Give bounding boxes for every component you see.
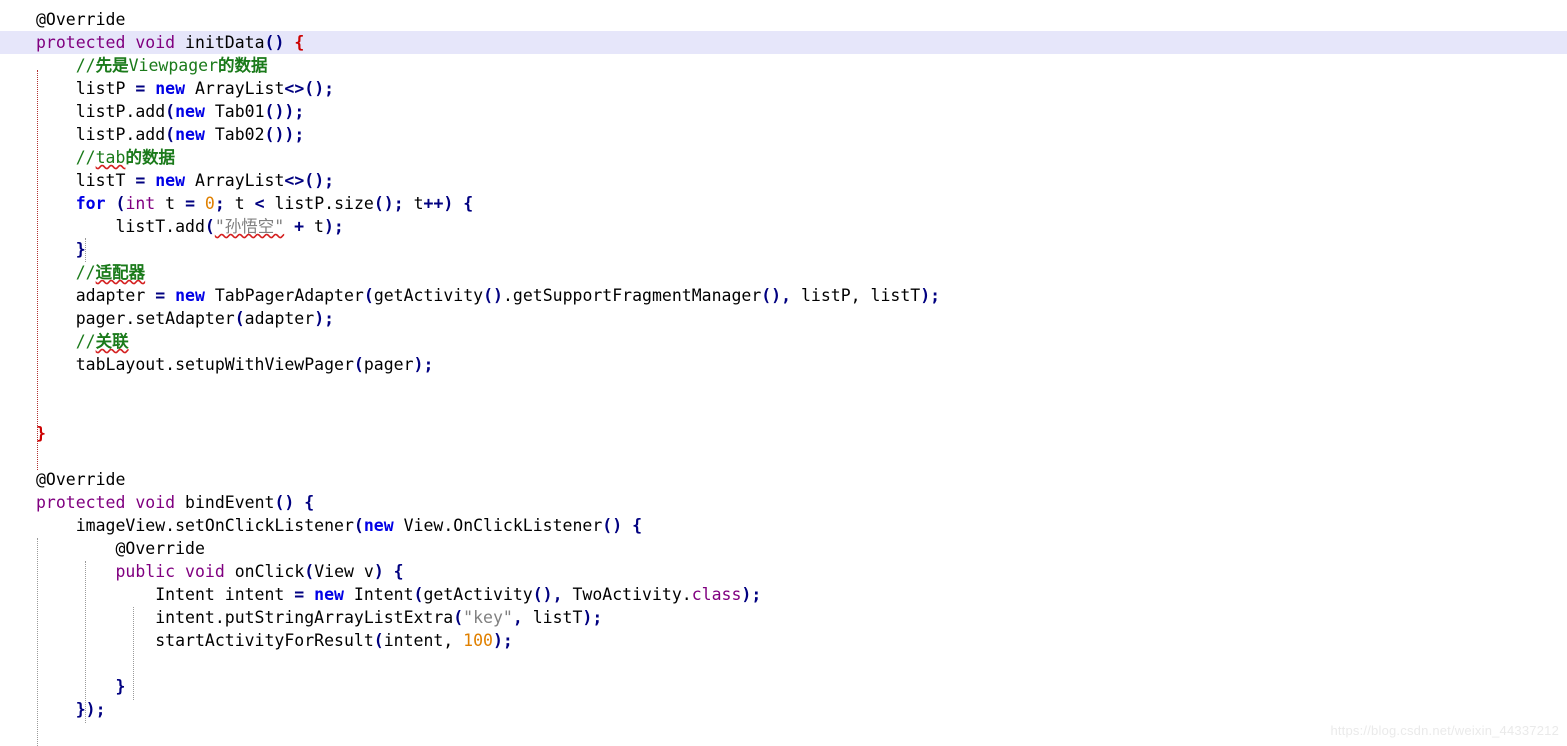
- code-line-6: listP.add(new Tab02());: [75, 125, 305, 144]
- code-line-25: public void onClick(View v) {: [115, 562, 404, 581]
- code-line-28: startActivityForResult(intent, 100);: [155, 631, 513, 650]
- code-line-19: }: [0, 422, 1567, 445]
- code-line-8: listT = new ArrayList<>();: [75, 171, 335, 190]
- method-name-onclick: onClick: [234, 562, 305, 581]
- keyword-for: for: [75, 194, 106, 213]
- method-name-initdata: initData: [185, 33, 265, 52]
- annotation-override: @Override: [36, 10, 126, 29]
- code-line-26: Intent intent = new Intent(getActivity()…: [155, 585, 762, 604]
- code-line-24: @Override: [0, 537, 1567, 560]
- code-line-1: @Override: [0, 8, 1567, 31]
- code-line-23: imageView.setOnClickListener(new View.On…: [75, 516, 643, 535]
- code-line-30: }: [0, 675, 1567, 698]
- method-name-bindevent: bindEvent: [185, 493, 275, 512]
- watermark-url: https://blog.csdn.net/weixin_44337212: [1330, 723, 1559, 738]
- annotation-override-3: @Override: [115, 539, 205, 558]
- code-line-4: listP = new ArrayList<>();: [75, 79, 335, 98]
- code-line-13: adapter = new TabPagerAdapter(getActivit…: [75, 286, 941, 305]
- comment-associate: //关联: [75, 332, 129, 351]
- annotation-override-2: @Override: [36, 470, 126, 489]
- close-brace-onclick: }: [115, 677, 126, 696]
- var-listp: listP: [75, 79, 136, 98]
- close-brace-initdata: }: [36, 424, 46, 443]
- string-literal-sunwukong: "孙悟空": [214, 217, 285, 236]
- parens: (): [264, 33, 285, 52]
- close-listener: });: [75, 700, 106, 719]
- code-line-7: //tab的数据: [0, 146, 1567, 169]
- var-listt: listT: [75, 171, 136, 190]
- comment-viewpager-data: //先是Viewpager的数据: [75, 56, 268, 75]
- comment-tab-data: //tab的数据: [75, 148, 175, 167]
- code-line-27: intent.putStringArrayListExtra("key", li…: [155, 608, 603, 627]
- code-line-21: @Override: [0, 468, 1567, 491]
- open-brace: {: [294, 33, 305, 52]
- code-line-9: for (int t = 0; t < listP.size(); t++) {: [75, 194, 474, 213]
- comment-adapter: //适配器: [75, 263, 146, 282]
- code-editor[interactable]: @Override protected void initData() { //…: [0, 8, 1567, 746]
- code-line-10: listT.add("孙悟空" + t);: [115, 217, 344, 236]
- string-literal-key: "key": [463, 608, 513, 627]
- code-line-22: protected void bindEvent() {: [36, 493, 315, 512]
- code-line-14: pager.setAdapter(adapter);: [75, 309, 335, 328]
- keyword-protected: protected: [36, 33, 126, 52]
- code-line-31: });: [0, 698, 1567, 721]
- number-100: 100: [453, 631, 493, 650]
- close-brace-for: }: [75, 240, 86, 259]
- keyword-class: class: [691, 585, 742, 604]
- code-line-2: protected void initData() {: [0, 31, 1567, 54]
- code-line-3: //先是Viewpager的数据: [0, 54, 1567, 77]
- var-adapter: adapter: [75, 286, 156, 305]
- code-line-5: listP.add(new Tab01());: [75, 102, 305, 121]
- code-line-16: tabLayout.setupWithViewPager(pager);: [75, 355, 434, 374]
- keyword-new: new: [155, 79, 186, 98]
- code-line-11: }: [0, 238, 1567, 261]
- code-line-15: //关联: [0, 330, 1567, 353]
- code-line-12: //适配器: [0, 261, 1567, 284]
- keyword-void: void: [135, 33, 176, 52]
